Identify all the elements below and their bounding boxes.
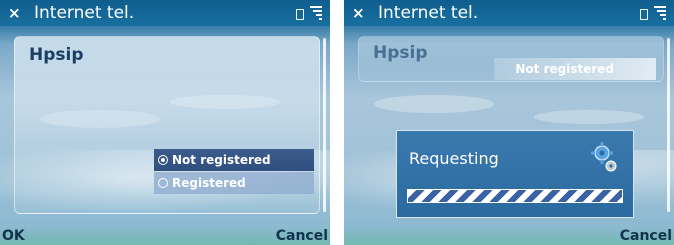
phone-screen-left: × Internet tel. Hpsip Not registered Reg…: [0, 0, 330, 245]
title-bar: × Internet tel.: [0, 0, 330, 26]
cloud-decoration: [534, 110, 644, 124]
radio-unselected-icon: [158, 178, 168, 188]
requesting-dialog: Requesting: [396, 130, 634, 218]
option-not-registered[interactable]: Not registered: [154, 149, 314, 171]
battery-icon: [640, 9, 648, 20]
close-icon[interactable]: ×: [8, 4, 21, 22]
gear-activity-icon: [591, 142, 617, 172]
scrollbar[interactable]: [323, 38, 326, 212]
ok-softkey[interactable]: OK: [2, 228, 25, 244]
registration-options-list: Not registered Registered: [154, 149, 314, 194]
progress-bar: [407, 189, 623, 203]
battery-icon: [296, 9, 304, 20]
softkey-bar: OK Cancel: [0, 227, 330, 245]
cloud-decoration: [374, 95, 494, 113]
radio-selected-icon: [158, 155, 168, 165]
cancel-softkey[interactable]: Cancel: [620, 228, 672, 244]
service-name: Hpsip: [373, 43, 428, 63]
scrollbar[interactable]: [667, 38, 670, 212]
dialog-message: Requesting: [409, 149, 499, 168]
option-label: Registered: [172, 176, 246, 190]
app-title: Internet tel.: [34, 3, 135, 23]
signal-strength-icon: [652, 4, 666, 22]
title-bar: × Internet tel.: [344, 0, 674, 26]
cancel-softkey[interactable]: Cancel: [276, 228, 328, 244]
option-registered[interactable]: Registered: [154, 172, 314, 194]
softkey-bar: Cancel: [344, 227, 674, 245]
app-title: Internet tel.: [378, 3, 479, 23]
signal-strength-icon: [308, 4, 322, 22]
option-label: Not registered: [172, 153, 271, 167]
close-icon[interactable]: ×: [352, 4, 365, 22]
service-name: Hpsip: [29, 45, 84, 65]
phone-screen-right: × Internet tel. Hpsip Not registered Req…: [344, 0, 674, 245]
status-field: Not registered: [494, 58, 656, 80]
